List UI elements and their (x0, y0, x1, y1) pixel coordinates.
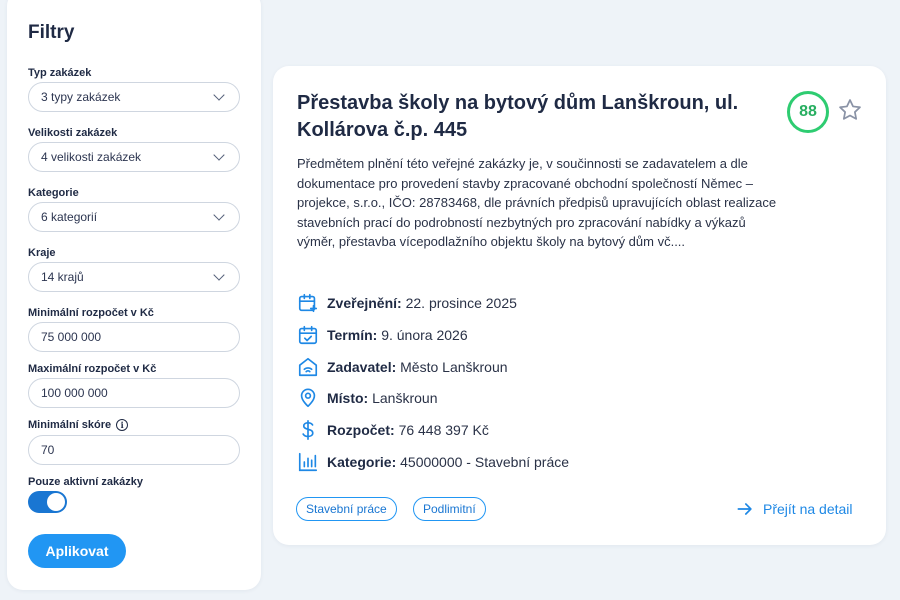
tag-construction[interactable]: Stavební práce (296, 497, 397, 521)
detail-link[interactable]: Přejít na detail (735, 498, 853, 520)
published-row: Zveřejnění: 22. prosince 2025 (297, 292, 517, 314)
deadline-value: 9. února 2026 (381, 327, 468, 343)
active-only-toggle[interactable] (28, 491, 67, 513)
size-select-value: 4 velikosti zakázek (41, 150, 142, 164)
type-select-value: 3 typy zakázek (41, 90, 121, 104)
star-icon[interactable] (837, 97, 863, 123)
contracting-row: Zadavatel: Město Lanškroun (297, 356, 508, 378)
building-icon (298, 357, 318, 377)
type-label: Typ zakázek (28, 67, 91, 79)
apply-button[interactable]: Aplikovat (28, 534, 126, 568)
place-label: Místo: (327, 390, 369, 406)
region-select-value: 14 krajů (41, 270, 84, 284)
type-select[interactable]: 3 typy zakázek (28, 82, 240, 112)
category-select-value: 6 kategorií (41, 210, 98, 224)
size-label-text: Velikosti zakázek (28, 127, 118, 139)
category-label-text: Kategorie (28, 187, 79, 199)
filters-panel: Filtry Typ zakázek 3 typy zakázek Veliko… (7, 0, 261, 590)
tag-subthreshold[interactable]: Podlimitní (413, 497, 486, 521)
contracting-label: Zadavatel: (327, 359, 397, 375)
size-select[interactable]: 4 velikosti zakázek (28, 142, 240, 172)
chevron-down-icon (213, 89, 225, 101)
toggle-knob (47, 493, 65, 511)
tender-description: Předmětem plnění této veřejné zakázky je… (297, 156, 777, 249)
region-label-text: Kraje (28, 247, 56, 259)
filters-title: Filtry (28, 22, 75, 43)
published-value: 22. prosince 2025 (405, 295, 517, 311)
map-pin-icon (300, 388, 316, 408)
min-budget-label: Minimální rozpočet v Kč (28, 307, 154, 319)
calendar-plus-icon (298, 293, 318, 313)
budget-row: Rozpočet: 76 448 397 Kč (297, 419, 489, 441)
arrow-right-icon (737, 503, 752, 515)
max-budget-label-text: Maximální rozpočet v Kč (28, 363, 157, 375)
bar-chart-icon (298, 452, 318, 472)
min-budget-label-text: Minimální rozpočet v Kč (28, 307, 154, 319)
published-label: Zveřejnění: (327, 295, 402, 311)
detail-link-label: Přejít na detail (763, 501, 853, 517)
place-row: Místo: Lanškroun (297, 387, 438, 409)
tender-card: Přestavba školy na bytový dům Lanškroun,… (273, 66, 886, 545)
chevron-down-icon (213, 269, 225, 281)
min-score-input[interactable] (28, 435, 240, 465)
deadline-label: Termín: (327, 327, 378, 343)
active-only-label: Pouze aktivní zakázky (28, 476, 143, 488)
type-label-text: Typ zakázek (28, 67, 92, 79)
category-select[interactable]: 6 kategorií (28, 202, 240, 232)
category-label: Kategorie (28, 187, 79, 199)
category-info-label: Kategorie: (327, 454, 397, 470)
max-budget-label: Maximální rozpočet v Kč (28, 363, 156, 375)
place-value: Lanškroun (372, 390, 438, 406)
min-budget-input[interactable] (28, 322, 240, 352)
category-info-value: 45000000 - Stavební práce (400, 454, 570, 470)
region-label: Kraje (28, 247, 56, 259)
size-label: Velikosti zakázek (28, 127, 117, 139)
score-badge: 88 (787, 91, 829, 133)
deadline-row: Termín: 9. února 2026 (297, 324, 468, 346)
category-row: Kategorie: 45000000 - Stavební práce (297, 451, 569, 473)
tender-title[interactable]: Přestavba školy na bytový dům Lanškroun,… (297, 90, 777, 144)
budget-label: Rozpočet: (327, 422, 395, 438)
dollar-icon (302, 420, 314, 440)
min-score-label-text: Minimální skóre (28, 419, 112, 431)
calendar-check-icon (298, 325, 318, 345)
min-score-label: Minimální skóre i (28, 419, 129, 431)
region-select[interactable]: 14 krajů (28, 262, 240, 292)
budget-value: 76 448 397 Kč (398, 422, 489, 438)
max-budget-input[interactable] (28, 378, 240, 408)
chevron-down-icon (213, 209, 225, 221)
info-icon[interactable]: i (116, 419, 129, 431)
contracting-value: Město Lanškroun (400, 359, 508, 375)
chevron-down-icon (213, 149, 225, 161)
